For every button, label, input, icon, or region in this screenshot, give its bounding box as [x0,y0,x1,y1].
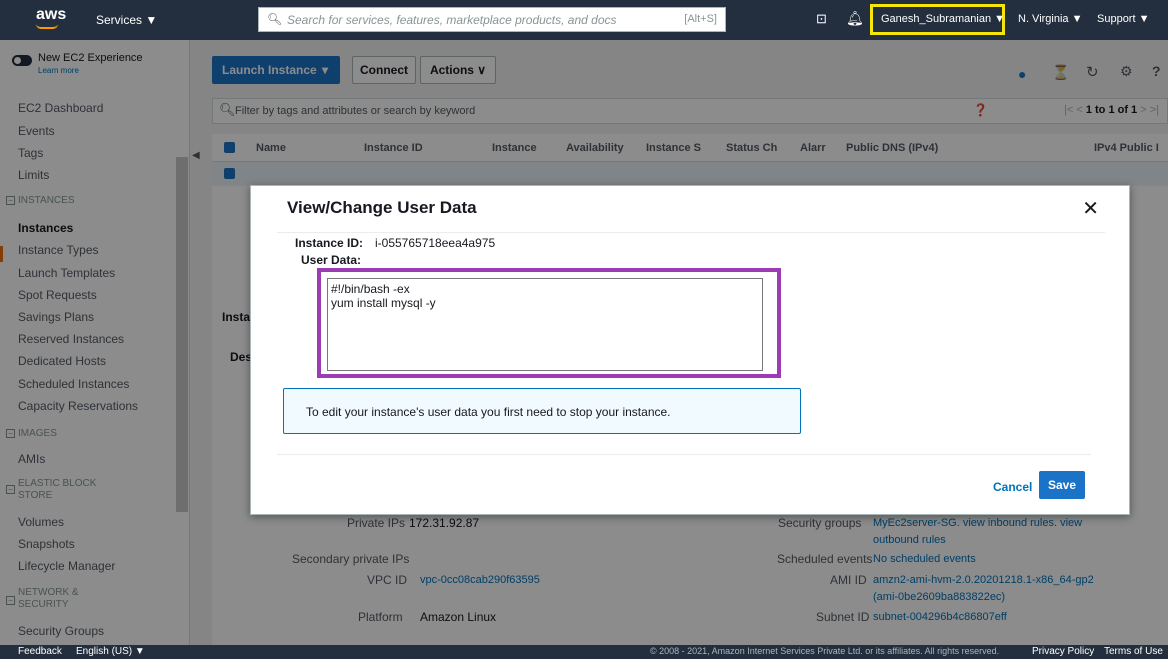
notification-bell-icon[interactable]: 🔔︎ [846,10,864,27]
stop-instance-info-alert: To edit your instance's user data you fi… [283,388,801,434]
feedback-link[interactable]: Feedback [18,646,62,657]
cloudshell-icon[interactable]: ⊡ [816,11,827,27]
dialog-header-divider [277,232,1105,233]
top-navigation-bar: aws Services ▼ 🔍︎ Search for services, f… [0,0,1168,40]
search-shortcut: [Alt+S] [684,13,717,25]
dialog-title: View/Change User Data [287,198,477,217]
search-icon: 🔍︎ [267,12,283,26]
user-data-textarea[interactable]: #!/bin/bash -ex yum install mysql -y [327,278,763,371]
cancel-button[interactable]: Cancel [993,480,1032,494]
aws-logo[interactable]: aws [36,6,66,24]
terms-of-use-link[interactable]: Terms of Use [1104,646,1163,657]
console-footer: Feedback English (US) ▼ © 2008 - 2021, A… [0,645,1168,659]
user-data-label: User Data: [301,253,362,267]
info-text: To edit your instance's user data you fi… [306,405,671,419]
instance-id-value: i-055765718eea4a975 [375,236,496,250]
save-button[interactable]: Save [1039,471,1085,499]
user-account-menu[interactable]: Ganesh_Subramanian ▼ [881,13,1005,25]
region-menu[interactable]: N. Virginia ▼ [1018,13,1083,25]
language-selector[interactable]: English (US) ▼ [76,646,145,657]
aws-logo-smile-icon [36,24,58,29]
search-placeholder: Search for services, features, marketpla… [287,13,617,27]
services-menu[interactable]: Services ▼ [96,13,157,27]
support-menu[interactable]: Support ▼ [1097,13,1149,25]
copyright-text: © 2008 - 2021, Amazon Internet Services … [650,646,1000,656]
instance-id-label: Instance ID: [295,236,364,250]
global-search-input[interactable]: 🔍︎ Search for services, features, market… [258,7,726,32]
close-icon[interactable]: ✕ [1082,196,1099,221]
privacy-policy-link[interactable]: Privacy Policy [1032,646,1094,657]
user-data-dialog: View/Change User Data ✕ Instance ID: i-0… [250,185,1130,515]
save-label: Save [1047,478,1077,492]
dialog-footer-divider [277,454,1091,455]
